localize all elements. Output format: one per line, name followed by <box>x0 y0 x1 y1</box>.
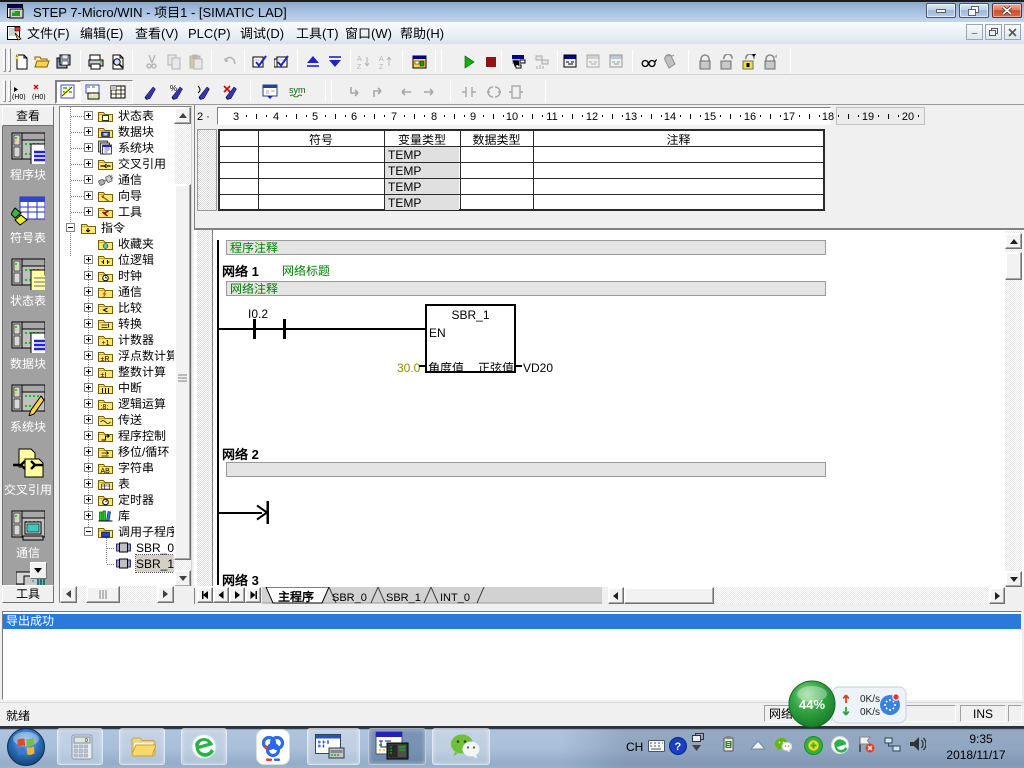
svg-text:0K/s: 0K/s <box>860 707 880 718</box>
svg-text::8:: :8: <box>101 404 109 411</box>
svg-text:±I: ±I <box>101 372 107 379</box>
svg-text:(H0): (H0) <box>32 94 46 100</box>
svg-text:sym: sym <box>289 85 305 95</box>
svg-text:A: A <box>357 56 362 63</box>
svg-text:0: 0 <box>85 738 88 744</box>
svg-text:±R: ±R <box>101 356 110 363</box>
svg-text:Z: Z <box>357 64 362 70</box>
svg-text:44%: 44% <box>799 697 825 712</box>
svg-text:(H0): (H0) <box>12 94 26 100</box>
svg-text:?: ? <box>675 741 682 753</box>
svg-text:AB: AB <box>101 468 111 475</box>
svg-text:0K/s: 0K/s <box>860 694 880 705</box>
svg-text:A: A <box>379 56 384 63</box>
svg-text:+1: +1 <box>102 340 110 347</box>
svg-text:Z: Z <box>379 64 384 70</box>
